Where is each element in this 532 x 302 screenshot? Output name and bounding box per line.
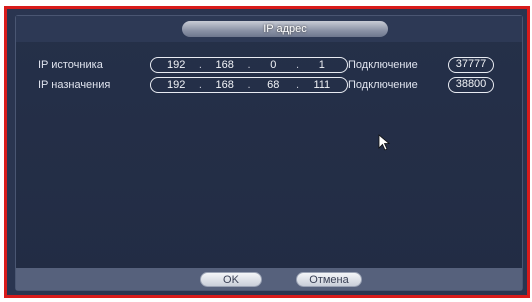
ok-button[interactable]: OK — [200, 272, 262, 287]
ip-separator: . — [247, 59, 251, 71]
dialog-title: IP адрес — [182, 21, 388, 37]
source-port-field[interactable]: 37777 — [448, 57, 494, 73]
destination-ip-octet-1[interactable]: 192 — [159, 79, 193, 91]
destination-port-field[interactable]: 38800 — [448, 77, 494, 93]
source-ip-row: IP источника 192 . 168 . 0 . 1 Подключен… — [38, 56, 494, 74]
destination-ip-field[interactable]: 192 . 168 . 68 . 111 — [150, 77, 348, 93]
destination-ip-octet-4[interactable]: 111 — [305, 79, 339, 91]
source-ip-field[interactable]: 192 . 168 . 0 . 1 — [150, 57, 348, 73]
ip-separator: . — [296, 59, 300, 71]
ip-separator: . — [247, 79, 251, 91]
ip-separator: . — [198, 79, 202, 91]
destination-ip-octet-2[interactable]: 168 — [208, 79, 242, 91]
source-ip-octet-2[interactable]: 168 — [208, 59, 242, 71]
cancel-button[interactable]: Отмена — [296, 272, 362, 287]
screenshot-frame: IP адрес IP источника 192 . 168 . 0 . 1 … — [4, 6, 530, 298]
source-connection-label: Подключение — [348, 59, 418, 71]
source-ip-label: IP источника — [38, 59, 103, 71]
dialog-title-bar: IP адрес — [16, 16, 522, 42]
destination-ip-label: IP назначения — [38, 79, 111, 91]
source-ip-octet-1[interactable]: 192 — [159, 59, 193, 71]
dialog-button-bar: OK Отмена — [16, 268, 522, 290]
mouse-cursor-icon — [378, 134, 391, 151]
destination-ip-row: IP назначения 192 . 168 . 68 . 111 Подкл… — [38, 76, 494, 94]
ip-address-dialog: IP адрес IP источника 192 . 168 . 0 . 1 … — [15, 15, 523, 291]
source-ip-octet-4[interactable]: 1 — [305, 59, 339, 71]
destination-connection-label: Подключение — [348, 79, 418, 91]
source-ip-octet-3[interactable]: 0 — [256, 59, 290, 71]
destination-ip-octet-3[interactable]: 68 — [256, 79, 290, 91]
ip-separator: . — [198, 59, 202, 71]
ip-separator: . — [296, 79, 300, 91]
